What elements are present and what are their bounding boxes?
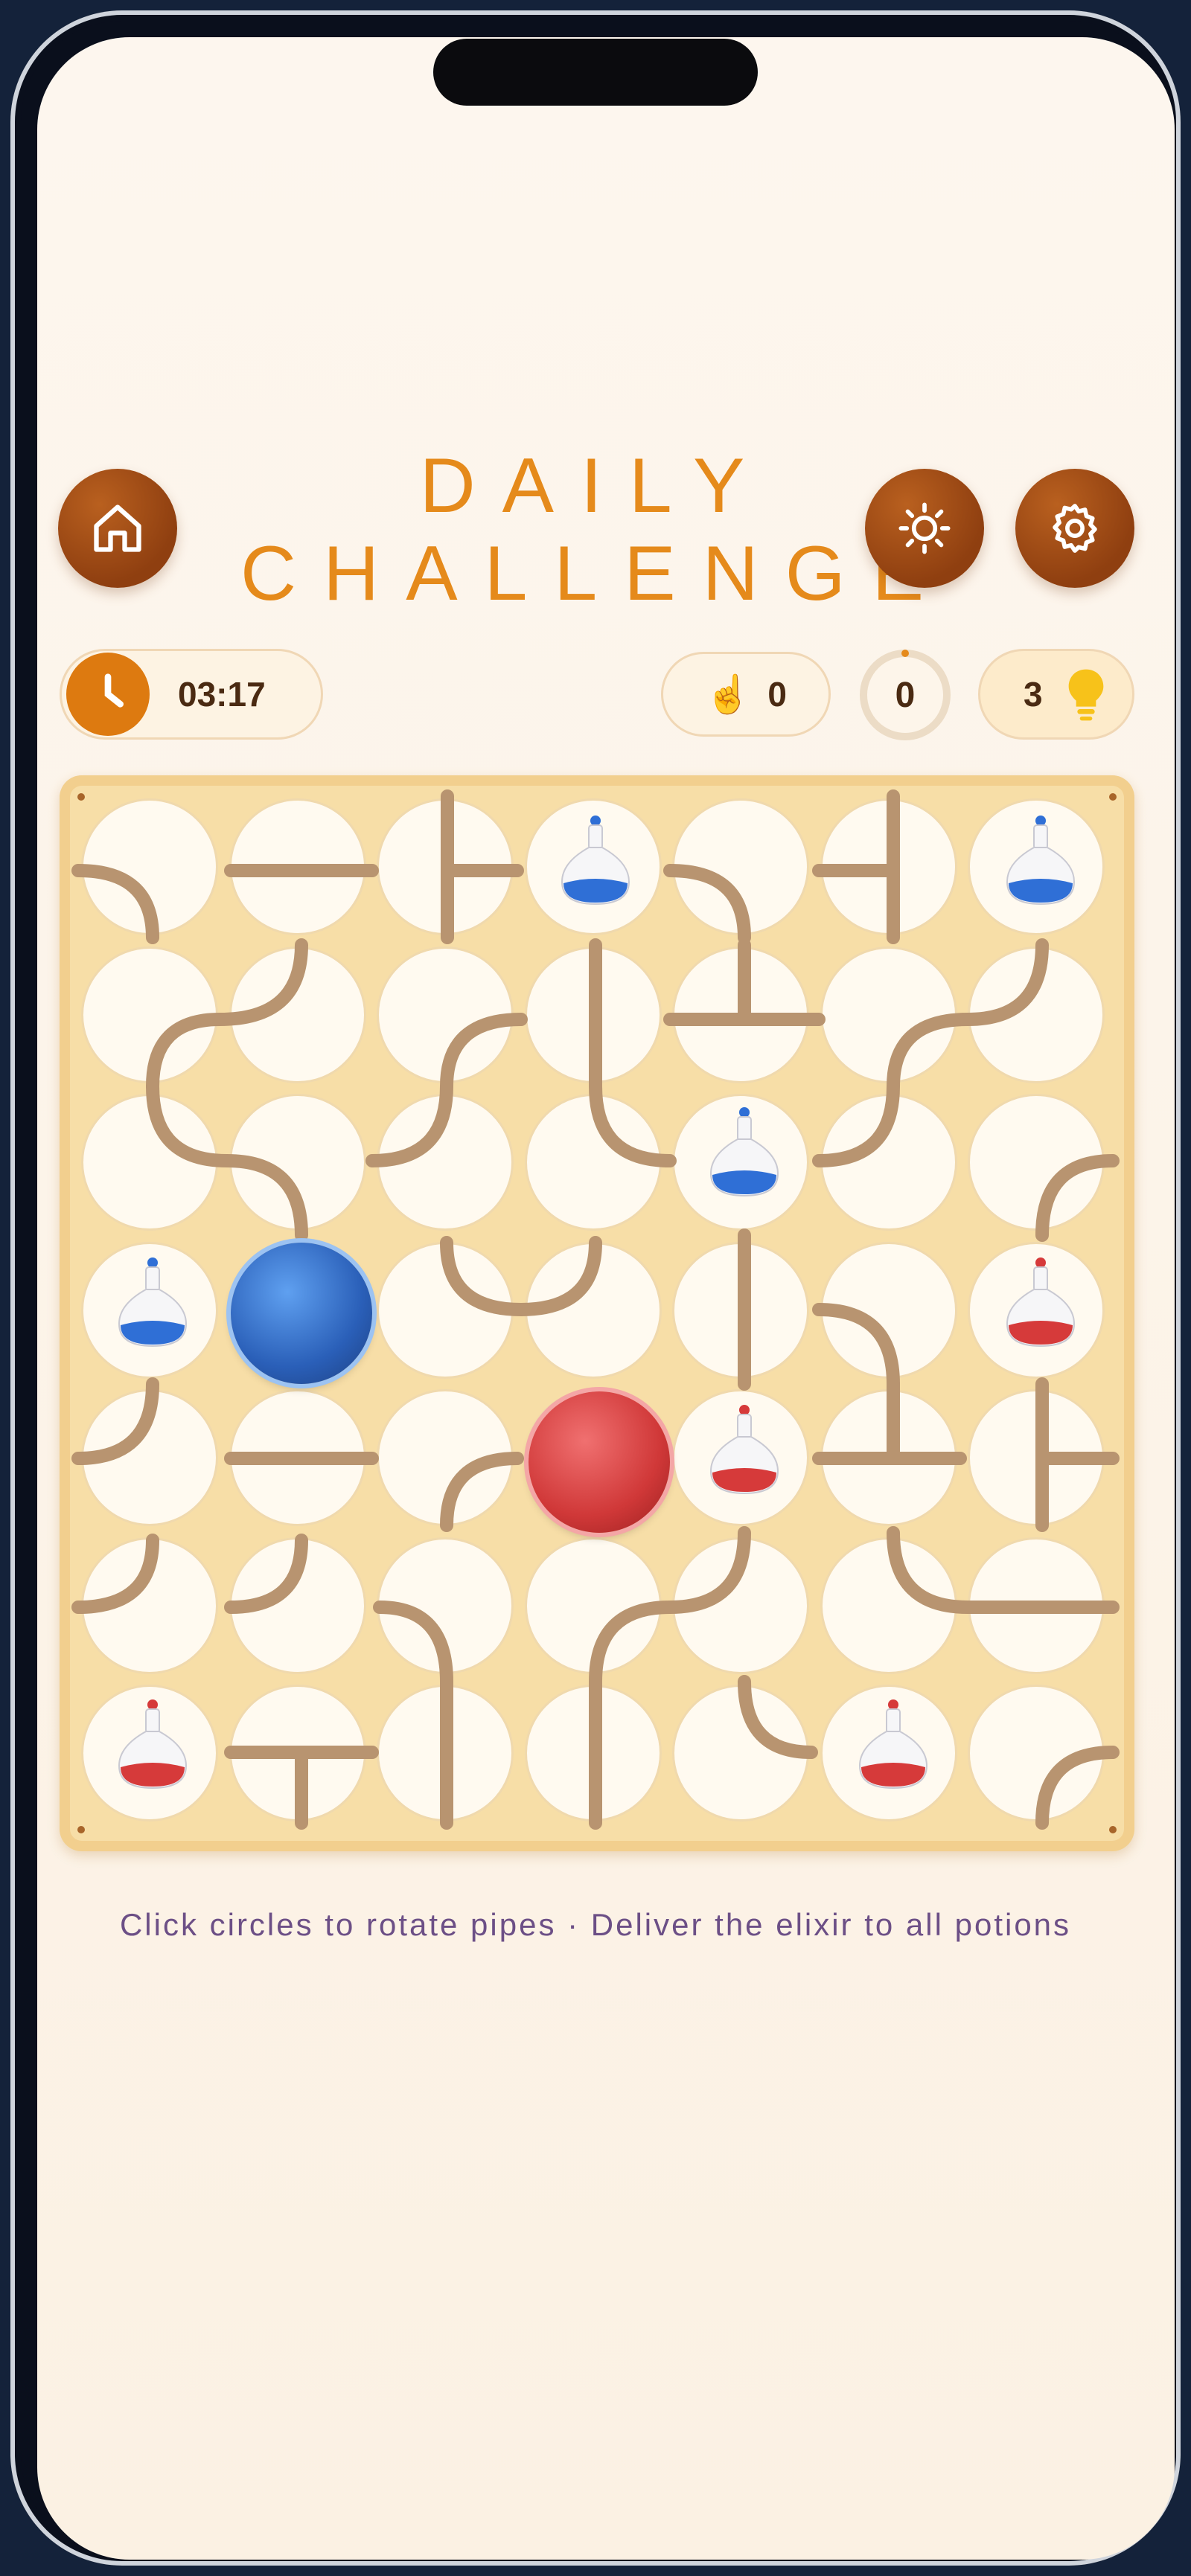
- pipe-segment: [663, 864, 751, 944]
- pipe-segment: [1035, 1154, 1120, 1242]
- red-potion: [1000, 1255, 1082, 1352]
- blue-potion: [555, 813, 636, 910]
- pipe-segment: [373, 1601, 453, 1830]
- instructions-text: Click circles to rotate pipes · Deliver …: [119, 1907, 1072, 1942]
- pipe-segment: [440, 1236, 602, 1317]
- pipe-segment: [441, 789, 524, 944]
- pipe-segment: [812, 938, 1049, 1167]
- pipe-segment: [738, 1675, 818, 1759]
- pipe-segment: [589, 938, 677, 1167]
- pipe-segment: [146, 938, 308, 1093]
- pipe-segment: [1035, 1746, 1120, 1830]
- red-elixir-source[interactable]: [529, 1391, 670, 1533]
- pipe-segment: [440, 1452, 524, 1532]
- pipe-segment: [812, 789, 900, 944]
- red-potion: [852, 1697, 934, 1794]
- pipe-segment: [812, 1303, 900, 1465]
- pipe-segment: [224, 1534, 308, 1614]
- pipe-segment: [71, 864, 159, 944]
- pipe-segment: [71, 1377, 159, 1465]
- pipe-segment: [71, 1534, 159, 1614]
- pipe-segment: [589, 1526, 751, 1830]
- red-potion: [703, 1403, 785, 1499]
- pipe-segment: [146, 1080, 308, 1242]
- pipe-segment: [887, 1526, 1120, 1614]
- red-potion: [112, 1697, 194, 1794]
- pipe-segment: [1035, 1377, 1120, 1532]
- blue-potion: [1000, 813, 1082, 910]
- blue-potion: [112, 1255, 194, 1352]
- pipe-segment: [812, 1377, 967, 1465]
- blue-elixir-source[interactable]: [231, 1243, 372, 1384]
- pipe-segment: [224, 1746, 379, 1830]
- pipe-segment: [365, 1013, 528, 1167]
- blue-potion: [703, 1105, 785, 1202]
- pipe-segment: [663, 938, 826, 1026]
